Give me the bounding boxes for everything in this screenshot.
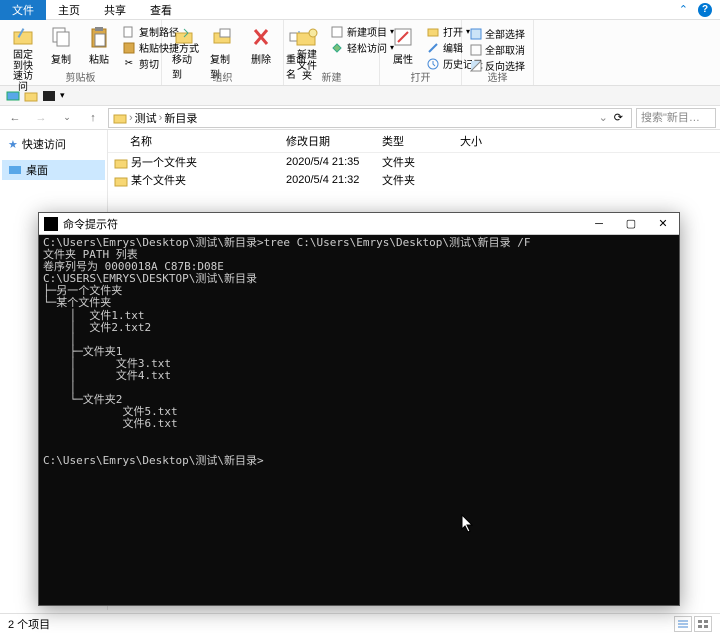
easyaccess-icon xyxy=(330,41,344,55)
paste-icon xyxy=(86,24,112,50)
properties-icon xyxy=(390,24,416,50)
view-details-button[interactable] xyxy=(674,616,692,632)
status-text: 2 个项目 xyxy=(8,616,50,632)
recent-dropdown[interactable]: ⌄ xyxy=(56,108,78,128)
column-type[interactable]: 类型 xyxy=(376,133,454,149)
tab-share[interactable]: 共享 xyxy=(92,0,138,20)
moveto-icon xyxy=(172,24,198,50)
cmd-close-button[interactable]: ✕ xyxy=(647,214,679,234)
column-name[interactable]: 名称 xyxy=(108,133,280,149)
selectall-icon xyxy=(470,27,482,41)
ribbon-group-organize: 组织 xyxy=(162,69,283,84)
table-row[interactable]: 某个文件夹2020/5/4 21:32文件夹 xyxy=(108,171,720,189)
copy-button[interactable]: 复制 xyxy=(42,22,80,95)
cmd-minimize-button[interactable]: ─ xyxy=(583,214,615,234)
selectnone-button[interactable]: 全部取消 xyxy=(470,42,525,57)
table-row[interactable]: 另一个文件夹2020/5/4 21:35文件夹 xyxy=(108,153,720,171)
back-button[interactable]: ← xyxy=(4,108,26,128)
copy-label: 复制 xyxy=(51,51,71,66)
sidebar-item-desktop[interactable]: 桌面 xyxy=(2,160,105,180)
tab-view[interactable]: 查看 xyxy=(138,0,184,20)
pin-button[interactable]: 固定到快 速访问 xyxy=(4,22,42,95)
selectnone-icon xyxy=(470,43,482,57)
paste-label: 粘贴 xyxy=(89,51,109,66)
newitem-icon xyxy=(330,25,344,39)
ribbon-group-open: 打开 xyxy=(380,69,461,84)
help-icon[interactable]: ? xyxy=(698,3,712,17)
copypath-icon xyxy=(122,25,136,39)
pasteshortcut-icon xyxy=(122,41,136,55)
pin-icon xyxy=(10,24,36,50)
up-button[interactable]: ↑ xyxy=(82,108,104,128)
breadcrumb[interactable]: › 测试 › 新目录 ⌄ ⟳ xyxy=(108,108,632,128)
refresh-button[interactable]: ⟳ xyxy=(610,111,627,124)
star-icon: ★ xyxy=(8,138,18,151)
copyto-icon xyxy=(210,24,236,50)
ribbon-group-select: 选择 xyxy=(462,69,533,84)
sidebar-item-quickaccess[interactable]: ★ 快速访问 xyxy=(2,134,105,154)
open-icon xyxy=(426,25,440,39)
column-date[interactable]: 修改日期 xyxy=(280,133,376,149)
breadcrumb-dropdown[interactable]: ⌄ xyxy=(599,111,608,124)
cmd-body[interactable]: C:\Users\Emrys\Desktop\测试\新目录>tree C:\Us… xyxy=(39,235,679,469)
cmd-maximize-button[interactable]: ▢ xyxy=(615,214,647,234)
view-icons-button[interactable] xyxy=(694,616,712,632)
cmd-app-icon xyxy=(44,217,58,231)
forward-button[interactable]: → xyxy=(30,108,52,128)
edit-icon xyxy=(426,41,440,55)
copy-icon xyxy=(48,24,74,50)
tab-home[interactable]: 主页 xyxy=(46,0,92,20)
newfolder-icon xyxy=(294,24,320,50)
tab-file[interactable]: 文件 xyxy=(0,0,46,20)
column-size[interactable]: 大小 xyxy=(454,133,514,149)
delete-icon xyxy=(248,24,274,50)
ribbon-group-new: 新建 xyxy=(284,69,379,84)
selectall-button[interactable]: 全部选择 xyxy=(470,26,525,41)
paste-button[interactable]: 粘贴 xyxy=(80,22,118,95)
cmd-title: 命令提示符 xyxy=(63,216,583,232)
breadcrumb-folder-icon xyxy=(113,112,127,124)
minimize-ribbon-icon[interactable]: ⌃ xyxy=(679,3,688,16)
desktop-icon xyxy=(8,164,22,176)
ribbon-group-clipboard: 剪贴板 xyxy=(0,69,161,84)
search-input[interactable]: 搜索"新目… xyxy=(636,108,716,128)
cmd-window[interactable]: 命令提示符 ─ ▢ ✕ C:\Users\Emrys\Desktop\测试\新目… xyxy=(38,212,680,606)
